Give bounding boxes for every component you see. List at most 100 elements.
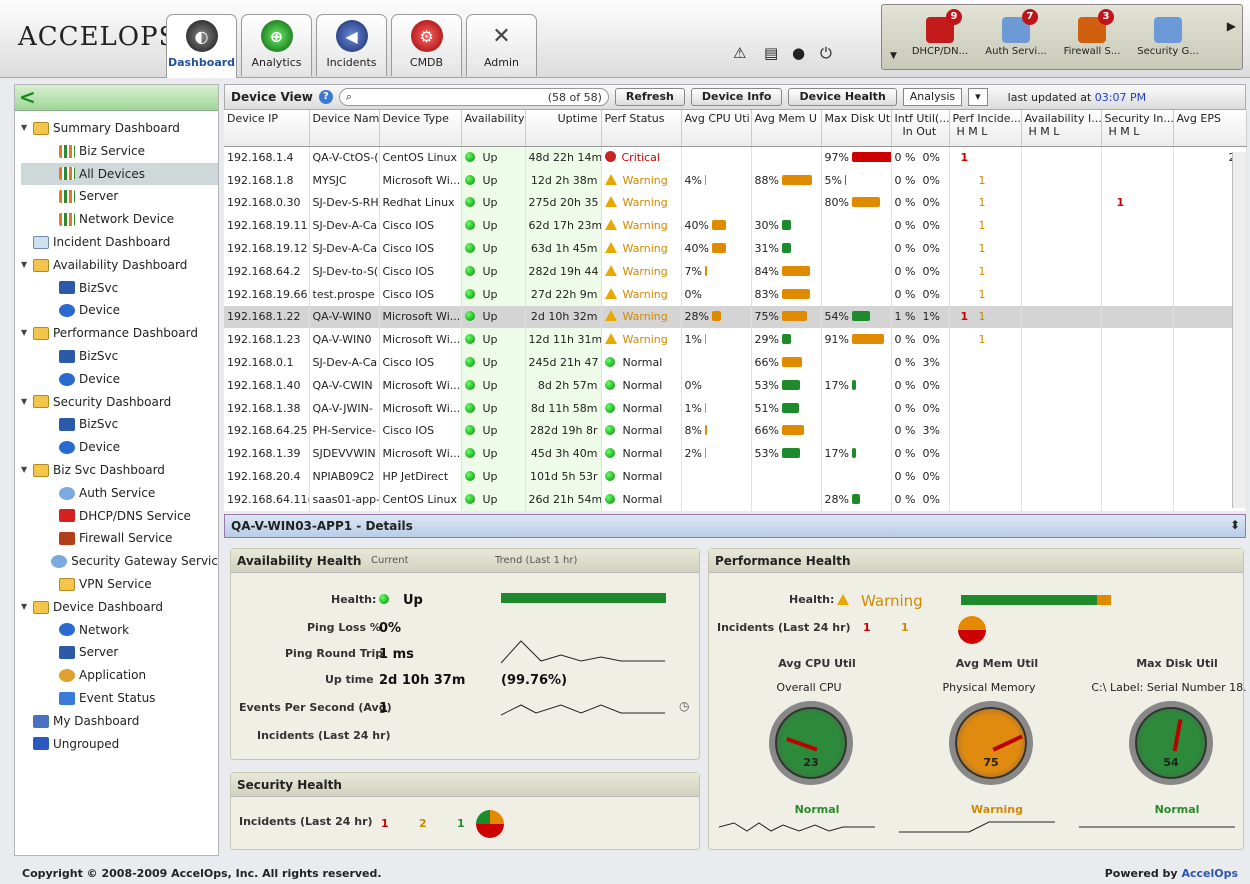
column-header[interactable]: Perf Incide... H M L [949, 110, 1022, 147]
tray-item[interactable]: 7 Auth Servi... [980, 9, 1052, 57]
tray-item[interactable]: Security G... [1132, 11, 1204, 57]
cell-up: 282d 19h 44 [528, 264, 599, 278]
table-row[interactable]: 192.168.1.38 QA-V-JWIN- Microsoft Wi... Up 8… [224, 396, 1247, 420]
sidebar-item[interactable]: ▼ Summary Dashboard [21, 117, 218, 140]
table-row[interactable]: 192.168.64.11(saas01-app- CentOS Linux Up 2… [224, 487, 1247, 511]
table-row[interactable]: 192.168.19.11 SJ-Dev-A-Ca Cisco IOS Up 62d 1… [224, 214, 1247, 238]
table-row[interactable]: 192.168.19.12 SJ-Dev-A-Ca Cisco IOS Up 63d 1… [224, 237, 1247, 260]
table-row[interactable]: 192.168.1.22 QA-V-WIN0 Microsoft Wi... Up 2d… [224, 305, 1247, 329]
refresh-button[interactable]: Refresh [614, 88, 685, 106]
sidebar-item[interactable]: ▼ Security Dashboard [21, 391, 218, 414]
usage-bar [711, 311, 721, 322]
column-header[interactable]: Device Nam [309, 110, 380, 147]
table-row[interactable]: 192.168.1.40 QA-V-CWIN Microsoft Wi... Up 8d… [224, 373, 1247, 397]
sidebar-item[interactable]: Biz Service [21, 140, 218, 163]
collapse-panel-button[interactable]: < [15, 85, 218, 111]
details-toggle-icon[interactable]: ⬍ [1230, 518, 1240, 532]
expand-arrow-icon[interactable]: ▼ [21, 117, 33, 140]
user-icon[interactable]: ● [792, 44, 805, 62]
tray-next-arrow-icon[interactable]: ▶ [1227, 19, 1236, 33]
sidebar-item[interactable]: ▼ Device Dashboard [21, 596, 218, 619]
column-header[interactable]: Avg EPS [1173, 110, 1247, 147]
expand-arrow-icon[interactable]: ▼ [21, 459, 33, 482]
sidebar-item[interactable]: Device [21, 436, 218, 459]
sidebar-item[interactable]: ▼ Biz Svc Dashboard [21, 459, 218, 482]
sidebar-item[interactable]: ▼ Performance Dashboard [21, 322, 218, 345]
tab-analytics[interactable]: ⊕ Analytics [241, 14, 312, 76]
column-header[interactable]: Availability I... H M L [1021, 110, 1102, 147]
expand-arrow-icon[interactable]: ▼ [21, 254, 33, 277]
sidebar-item[interactable]: Device [21, 299, 218, 322]
warning-icon[interactable]: ⚠ [733, 44, 746, 62]
column-header[interactable]: Max Disk Ut [821, 110, 892, 147]
clock-icon[interactable]: ◷ [679, 699, 689, 713]
column-header[interactable]: Avg Mem U [751, 110, 822, 147]
table-row[interactable]: 192.168.1.4 QA-V-CtOS-(CentOS Linux Up 48d … [224, 146, 1247, 169]
table-row[interactable]: 192.168.0.1 SJ-Dev-A-Ca Cisco IOS Up 245d 21… [224, 351, 1247, 374]
sidebar-item[interactable]: BizSvc [21, 277, 218, 300]
details-bar[interactable]: QA-V-WIN03-APP1 - Details [224, 514, 1246, 538]
table-row[interactable]: 192.168.64.25 PH-Service- Cisco IOS Up 282d … [224, 419, 1247, 443]
expand-arrow-icon[interactable]: ▼ [21, 322, 33, 345]
table-row[interactable]: 192.168.1.39 SJDEVVWIN Microsoft Wi... Up 45… [224, 442, 1247, 466]
expand-arrow-icon[interactable]: ▼ [21, 391, 33, 414]
column-header[interactable]: Uptime [525, 110, 602, 147]
help-icon[interactable]: ? [318, 90, 333, 104]
tray-badge: 9 [946, 9, 962, 25]
analysis-select[interactable]: Analysis [902, 88, 963, 106]
tab-incidents[interactable]: ◀ Incidents [316, 14, 387, 76]
tray-item[interactable]: 9 DHCP/DN... [904, 9, 976, 57]
tray-item[interactable]: 3 Firewall S... [1056, 9, 1128, 57]
column-header[interactable]: Perf Status [601, 110, 682, 147]
table-row[interactable]: 192.168.0.30 SJ-Dev-S-RH Redhat Linux Up 275… [224, 191, 1247, 215]
sidebar-item-label: DHCP/DNS Service [79, 508, 191, 523]
table-row[interactable]: 192.168.64.2 SJ-Dev-to-S(Cisco IOS Up 282d … [224, 259, 1247, 283]
expand-arrow-icon[interactable]: ▼ [21, 596, 33, 619]
table-row[interactable]: 192.168.1.23 QA-V-WIN0 Microsoft Wi... Up 12… [224, 328, 1247, 352]
sidebar-item[interactable]: Firewall Service [21, 527, 218, 550]
sidebar-item[interactable]: Server [21, 185, 218, 208]
sidebar-item[interactable]: Network [21, 619, 218, 642]
powered-by-brand[interactable]: AccelOps [1181, 867, 1238, 880]
sidebar-item[interactable]: DHCP/DNS Service [21, 505, 218, 528]
sidebar-item[interactable]: Network Device [21, 208, 218, 231]
tray-dropdown-icon[interactable]: ▼ [890, 51, 897, 61]
sidebar-item[interactable]: BizSvc [21, 413, 218, 436]
column-header[interactable]: Security In... H M L [1101, 110, 1174, 147]
column-header[interactable]: Intf Util(... In Out [891, 110, 950, 147]
cell-up: 45d 3h 40m [530, 447, 598, 461]
sidebar-item-label: Device [79, 371, 121, 386]
sidebar-item[interactable]: BizSvc [21, 345, 218, 368]
device-health-button[interactable]: Device Health [788, 88, 897, 106]
sidebar-item[interactable]: Device [21, 368, 218, 391]
availability-health-panel: Availability Health Current Trend (Last … [230, 548, 700, 760]
sidebar-item[interactable]: Auth Service [21, 482, 218, 505]
tab-dashboard[interactable]: ◐ Dashboard [166, 14, 237, 78]
sidebar-item[interactable]: Event Status [21, 687, 218, 710]
sidebar-item[interactable]: Security Gateway Servic [21, 550, 218, 573]
table-row[interactable]: 192.168.1.8 MYSJC Microsoft Wi... Up 12d 2h … [224, 168, 1247, 192]
sidebar-item[interactable]: All Devices [21, 162, 218, 186]
power-icon[interactable]: ⏻ [820, 44, 832, 62]
sidebar-item[interactable]: VPN Service [21, 573, 218, 596]
device-info-button[interactable]: Device Info [690, 88, 783, 106]
table-scrollbar[interactable] [1232, 152, 1246, 508]
sidebar-item[interactable]: ▼ Availability Dashboard [21, 254, 218, 277]
sidebar-item[interactable]: Application [21, 664, 218, 687]
tab-cmdb[interactable]: ⚙ CMDB [391, 14, 462, 76]
sidebar-item[interactable]: My Dashboard [21, 710, 218, 733]
column-header[interactable]: Device IP [224, 110, 310, 147]
table-row[interactable]: 192.168.20.4 NPIAB09C2 HP JetDirect Up 101d … [224, 465, 1247, 488]
column-header[interactable]: Avg CPU Uti [681, 110, 752, 147]
column-header[interactable]: Availability [461, 110, 526, 147]
cell-ip: 192.168.19.12 [227, 242, 308, 256]
tab-admin[interactable]: ✕ Admin [466, 14, 537, 76]
document-icon[interactable]: ▤ [764, 44, 778, 62]
search-input[interactable]: ⌕ (58 of 58) [338, 88, 609, 106]
table-row[interactable]: 192.168.19.66 test.prospe Cisco IOS Up 27d 2… [224, 282, 1247, 306]
sidebar-item[interactable]: Incident Dashboard [21, 231, 218, 254]
column-header[interactable]: Device Type [379, 110, 462, 147]
sidebar-item[interactable]: Ungrouped [21, 733, 218, 756]
analysis-dropdown-icon[interactable]: ▾ [968, 88, 988, 106]
sidebar-item[interactable]: Server [21, 641, 218, 664]
